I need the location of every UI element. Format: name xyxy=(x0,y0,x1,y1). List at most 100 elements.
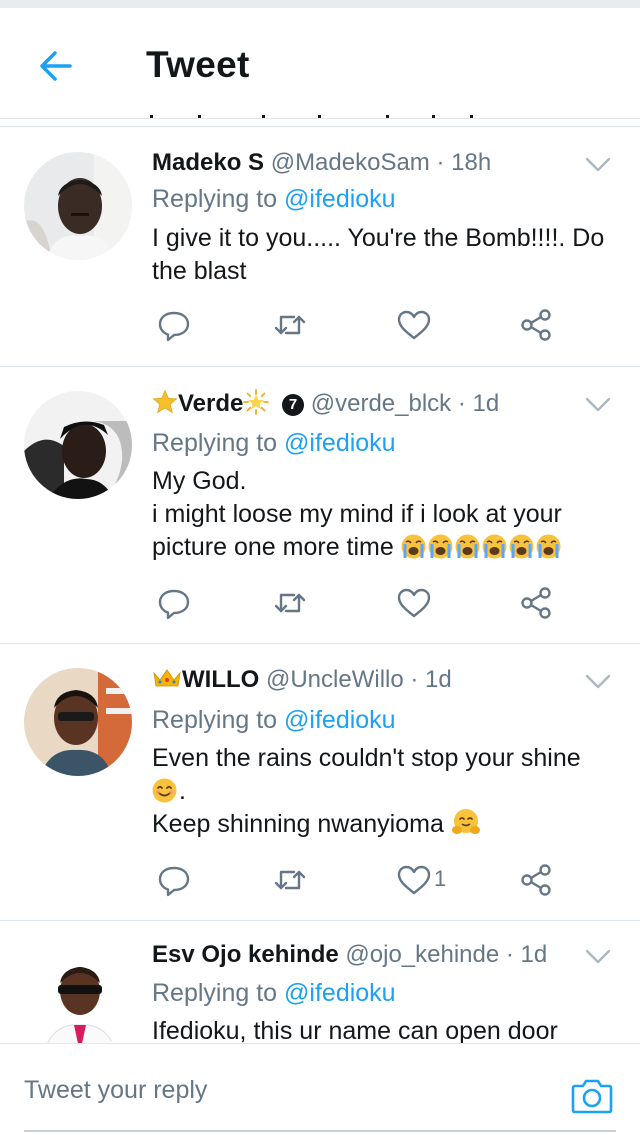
tweet-header: Madeko S @MadekoSam · 18h xyxy=(152,149,491,177)
share-button[interactable] xyxy=(518,585,554,621)
tweet-reply[interactable]: Esv Ojo kehinde @ojo_kehinde · 1d Replyi… xyxy=(0,921,640,1043)
like-button[interactable] xyxy=(396,862,432,898)
camera-button[interactable] xyxy=(570,1074,614,1118)
reply-composer xyxy=(0,1043,640,1135)
input-underline xyxy=(24,1130,616,1132)
replying-to: Replying to @ifedioku xyxy=(152,706,396,735)
display-name[interactable]: Esv Ojo kehinde xyxy=(152,941,339,968)
avatar[interactable] xyxy=(24,668,132,776)
arrow-left-icon xyxy=(40,51,72,81)
like-count: 1 xyxy=(434,866,447,891)
back-button[interactable] xyxy=(36,46,76,86)
user-handle[interactable]: @MadekoSam xyxy=(271,149,430,176)
heart-icon xyxy=(397,865,431,895)
star-emoji-icon xyxy=(152,389,178,422)
avatar[interactable] xyxy=(24,391,132,499)
top-app-bar: Tweet xyxy=(0,8,640,119)
status-bar xyxy=(0,0,640,8)
tweet-header: Verde 7 @verde_blck · 1d xyxy=(152,389,499,422)
reply-icon xyxy=(158,311,190,342)
crying-face-emoji-icon xyxy=(401,534,426,559)
share-icon xyxy=(521,309,551,341)
heart-icon xyxy=(397,310,431,340)
share-icon xyxy=(521,587,551,619)
tweet-menu-button[interactable] xyxy=(584,155,612,175)
reply-button[interactable] xyxy=(156,585,192,621)
timestamp: · 18h xyxy=(436,149,492,176)
crying-face-emoji-icon xyxy=(455,534,480,559)
tweet-menu-button[interactable] xyxy=(584,672,612,692)
heart-icon xyxy=(397,588,431,618)
chevron-down-icon xyxy=(585,674,611,689)
chevron-down-icon xyxy=(585,157,611,172)
tweet-actions xyxy=(152,307,592,343)
tweet-text-span: Keep shinning nwanyioma xyxy=(152,810,444,838)
retweet-icon xyxy=(274,870,306,890)
retweet-button[interactable] xyxy=(272,862,308,898)
user-handle[interactable]: @UncleWillo xyxy=(266,666,404,693)
replying-prefix: Replying to xyxy=(152,185,285,213)
mention-link[interactable]: @ifedioku xyxy=(284,706,396,734)
timestamp: · 1d xyxy=(410,666,452,693)
share-button[interactable] xyxy=(518,862,554,898)
crying-face-emoji-icon xyxy=(428,534,453,559)
reply-icon xyxy=(158,589,190,620)
tweet-text-line: My God. xyxy=(152,467,247,495)
avatar[interactable] xyxy=(24,152,132,260)
camera-icon xyxy=(571,1079,613,1114)
user-handle[interactable]: @ojo_kehinde xyxy=(345,941,499,968)
replying-prefix: Replying to xyxy=(152,706,285,734)
retweet-button[interactable] xyxy=(272,585,308,621)
reply-icon xyxy=(158,866,190,897)
crying-face-emoji-icon xyxy=(536,534,561,559)
tweet-actions: 1 xyxy=(152,862,592,898)
tweet-text-line: I give it to you..... You're the Bomb!!!… xyxy=(152,224,605,252)
tweet-text-line: Keep shinning nwanyioma xyxy=(152,808,612,841)
chevron-down-icon xyxy=(585,397,611,412)
crying-face-emoji-icon xyxy=(509,534,534,559)
replying-prefix: Replying to xyxy=(152,429,285,457)
reply-button[interactable] xyxy=(156,307,192,343)
reply-button[interactable] xyxy=(156,862,192,898)
retweet-icon xyxy=(274,593,306,613)
tweet-text-line: picture one more time xyxy=(152,531,612,564)
timestamp: · 1d xyxy=(505,941,548,968)
tweet-text: I give it to you..... You're the Bomb!!!… xyxy=(152,222,612,288)
tweet-header: WILLO @UncleWillo · 1d xyxy=(152,666,452,696)
smiling-face-emoji-icon xyxy=(152,778,177,803)
tweet-actions xyxy=(152,585,592,621)
retweet-button[interactable] xyxy=(272,307,308,343)
tweet-text-line: Even the rains couldn't stop your shine xyxy=(152,744,581,772)
tweet-text-span: picture one more time xyxy=(152,533,394,561)
display-name[interactable]: Madeko S xyxy=(152,149,264,176)
share-button[interactable] xyxy=(518,307,554,343)
display-name[interactable]: WILLO xyxy=(182,666,259,693)
user-handle[interactable]: @verde_blck xyxy=(311,390,451,417)
tweet-reply[interactable]: Madeko S @MadekoSam · 18h Replying to @i… xyxy=(0,127,640,366)
timestamp: · 1d xyxy=(457,390,500,417)
crying-face-emoji-icon xyxy=(482,534,507,559)
tweet-text-line: . xyxy=(152,775,612,808)
mention-link[interactable]: @ifedioku xyxy=(284,185,396,213)
replying-to: Replying to @ifedioku xyxy=(152,185,396,214)
avatar[interactable] xyxy=(24,945,132,1043)
tweet-text: My God. i might loose my mind if i look … xyxy=(152,465,612,564)
tweet-reply[interactable]: Verde 7 @verde_blck · 1d Replying to @if… xyxy=(0,367,640,643)
tweet-menu-button[interactable] xyxy=(584,947,612,967)
retweet-icon xyxy=(274,315,306,335)
display-name[interactable]: Verde xyxy=(178,390,243,417)
hugging-face-emoji-icon xyxy=(451,808,481,836)
like-button[interactable] xyxy=(396,307,432,343)
mention-link[interactable]: @ifedioku xyxy=(284,429,396,457)
tweet-reply[interactable]: WILLO @UncleWillo · 1d Replying to @ifed… xyxy=(0,644,640,920)
page-title: Tweet xyxy=(146,44,250,85)
tweet-text-line: i might loose my mind if i look at your xyxy=(152,500,562,528)
mention-link[interactable]: @ifedioku xyxy=(284,979,396,1007)
like-button[interactable] xyxy=(396,585,432,621)
share-icon xyxy=(521,864,551,896)
tweet-text-span: . xyxy=(179,777,186,805)
tweet-menu-button[interactable] xyxy=(584,395,612,415)
tweet-text: Even the rains couldn't stop your shine … xyxy=(152,742,612,841)
replying-to: Replying to @ifedioku xyxy=(152,429,396,458)
reply-input[interactable] xyxy=(24,1076,544,1105)
